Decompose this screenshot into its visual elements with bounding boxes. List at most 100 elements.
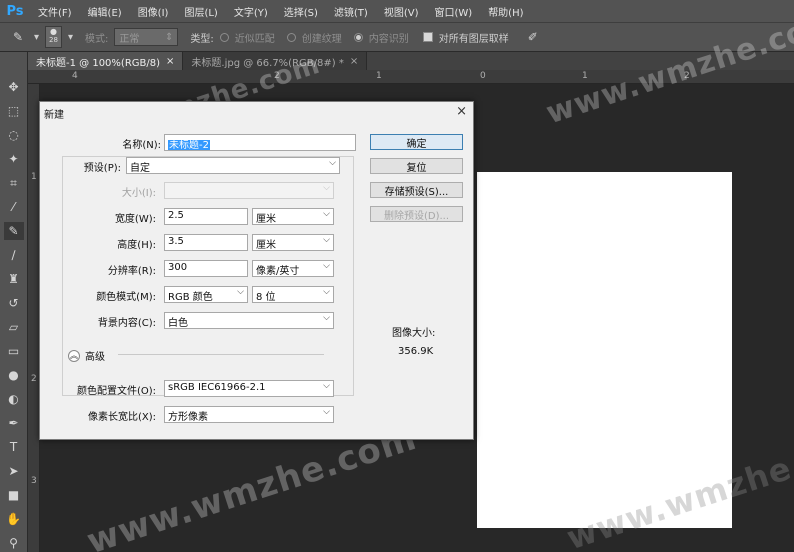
width-input[interactable]: 2.5 [164, 208, 248, 225]
close-icon[interactable]: × [456, 104, 467, 119]
color-profile-label: 颜色配置文件(O): [76, 386, 156, 397]
brush-size-picker[interactable]: ● 28 [45, 26, 62, 48]
ruler-tick: 3 [31, 476, 37, 486]
image-size-value: 356.9K [398, 346, 434, 357]
menu-select[interactable]: 选择(S) [276, 4, 326, 19]
height-unit-select[interactable]: 厘米 ⌵ [252, 234, 334, 251]
chevron-down-icon: ⌵ [323, 183, 330, 193]
ruler-tick: 1 [376, 71, 382, 81]
type-content-aware-label: 内容识别 [368, 33, 409, 45]
divider [118, 354, 324, 355]
reset-button[interactable]: 复位 [370, 158, 463, 174]
lasso-tool-icon[interactable]: ◌ [4, 126, 24, 144]
menu-filter[interactable]: 滤镜(T) [326, 4, 376, 19]
sample-all-layers-label: 对所有图层取样 [438, 33, 509, 45]
mode-select[interactable]: 正常 ⇕ [114, 28, 179, 46]
chevron-down-icon: ⌵ [323, 313, 330, 323]
healing-brush-tool-icon[interactable]: ✎ [3, 222, 24, 240]
color-mode-value: RGB 颜色 [168, 292, 213, 303]
resolution-unit-select[interactable]: 像素/英寸 ⌵ [252, 260, 334, 277]
pixel-aspect-label: 像素长宽比(X): [87, 412, 156, 423]
menu-view[interactable]: 视图(V) [376, 4, 427, 19]
color-profile-select[interactable]: sRGB IEC61966-2.1 ⌵ [164, 380, 334, 397]
chevron-down-icon: ⌵ [237, 287, 244, 297]
sample-all-layers-checkbox[interactable] [422, 32, 433, 42]
brush-tool-icon[interactable]: ∕ [4, 246, 24, 264]
menu-image[interactable]: 图像(I) [130, 4, 177, 19]
menu-type[interactable]: 文字(Y) [226, 4, 276, 19]
menu-file[interactable]: 文件(F) [30, 4, 80, 19]
magic-wand-tool-icon[interactable]: ✦ [4, 150, 24, 168]
tab-untitled-1[interactable]: 未标题-1 @ 100%(RGB/8) × [28, 52, 184, 70]
background-value: 白色 [168, 318, 188, 329]
resolution-label: 分辨率(R): [107, 266, 156, 277]
height-input[interactable]: 3.5 [164, 234, 248, 251]
chevron-updown-icon: ⇕ [164, 31, 174, 43]
type-content-aware-radio[interactable] [353, 32, 363, 42]
bit-depth-select[interactable]: 8 位 ⌵ [252, 286, 334, 303]
brush-dot-icon: ● [50, 27, 57, 36]
bit-depth-value: 8 位 [256, 292, 276, 303]
color-mode-label: 颜色模式(M): [96, 292, 156, 303]
chevron-down-icon: ⌵ [323, 209, 330, 219]
mode-value: 正常 [119, 33, 140, 45]
marquee-tool-icon[interactable]: ⬚ [4, 102, 24, 120]
width-unit-select[interactable]: 厘米 ⌵ [252, 208, 334, 225]
menu-layer[interactable]: 图层(L) [176, 4, 225, 19]
image-size-label: 图像大小: [392, 328, 436, 339]
width-unit-value: 厘米 [256, 214, 276, 225]
size-label: 大小(I): [121, 188, 156, 199]
move-tool-icon[interactable]: ✥ [4, 78, 24, 96]
brush-size-value: 28 [49, 36, 58, 44]
document-canvas[interactable] [477, 172, 732, 528]
resolution-unit-value: 像素/英寸 [256, 266, 300, 277]
pixel-aspect-select[interactable]: 方形像素 ⌵ [164, 406, 334, 423]
ok-button[interactable]: 确定 [370, 134, 463, 150]
crop-tool-icon[interactable]: ⌗ [4, 174, 24, 192]
history-brush-tool-icon[interactable]: ↺ [4, 294, 24, 312]
delete-preset-button: 删除预设(D)... [370, 206, 463, 222]
color-mode-select[interactable]: RGB 颜色 ⌵ [164, 286, 248, 303]
ruler-tick: 1 [31, 172, 37, 182]
menu-window[interactable]: 窗口(W) [426, 4, 480, 19]
pressure-brush-icon[interactable]: ✐ [523, 27, 543, 47]
background-label: 背景内容(C): [97, 318, 156, 329]
dodge-tool-icon[interactable]: ◐ [4, 390, 24, 408]
name-label: 名称(N): [122, 140, 161, 151]
brush-tool-icon[interactable]: ✎ [8, 27, 28, 47]
path-selection-tool-icon[interactable]: ➤ [4, 462, 24, 480]
blur-tool-icon[interactable]: ● [4, 366, 24, 384]
type-proximity-radio[interactable] [219, 32, 229, 42]
shape-tool-icon[interactable]: ■ [4, 486, 24, 504]
pixel-aspect-value: 方形像素 [168, 412, 208, 423]
menu-edit[interactable]: 编辑(E) [80, 4, 130, 19]
name-input[interactable]: 未标题-2 [164, 134, 356, 151]
tool-preset-chevron-icon[interactable]: ▾ [34, 32, 39, 43]
advanced-toggle-row[interactable]: ︽ 高级 [68, 348, 105, 363]
background-select[interactable]: 白色 ⌵ [164, 312, 334, 329]
hand-tool-icon[interactable]: ✋ [4, 510, 24, 528]
preset-select[interactable]: 自定 ⌵ [126, 157, 340, 174]
save-preset-button[interactable]: 存储预设(S)... [370, 182, 463, 198]
chevron-down-icon: ⌵ [323, 287, 330, 297]
tab-label: 未标题-1 @ 100%(RGB/8) [36, 57, 161, 69]
zoom-tool-icon[interactable]: ⚲ [4, 534, 24, 552]
chevron-up-icon[interactable]: ︽ [68, 349, 80, 362]
ruler-tick: 1 [582, 71, 588, 81]
menu-help[interactable]: 帮助(H) [480, 4, 531, 19]
resolution-input[interactable]: 300 [164, 260, 248, 277]
pen-tool-icon[interactable]: ✒ [4, 414, 24, 432]
type-tool-icon[interactable]: T [4, 438, 24, 456]
brush-picker-chevron-icon[interactable]: ▾ [68, 32, 73, 43]
gradient-tool-icon[interactable]: ▭ [4, 342, 24, 360]
close-icon[interactable]: × [350, 56, 358, 67]
chevron-down-icon: ⌵ [329, 158, 336, 168]
dialog-title: 新建 [44, 110, 64, 121]
eyedropper-tool-icon[interactable]: ⁄ [4, 198, 24, 216]
clone-stamp-tool-icon[interactable]: ♜ [4, 270, 24, 288]
type-texture-radio[interactable] [286, 32, 296, 42]
toolbox: ✥ ⬚ ◌ ✦ ⌗ ⁄ ✎ ∕ ♜ ↺ ▱ ▭ ● ◐ ✒ T ➤ ■ ✋ ⚲ [0, 52, 28, 552]
height-label: 高度(H): [117, 240, 156, 251]
eraser-tool-icon[interactable]: ▱ [4, 318, 24, 336]
close-icon[interactable]: × [166, 56, 174, 67]
